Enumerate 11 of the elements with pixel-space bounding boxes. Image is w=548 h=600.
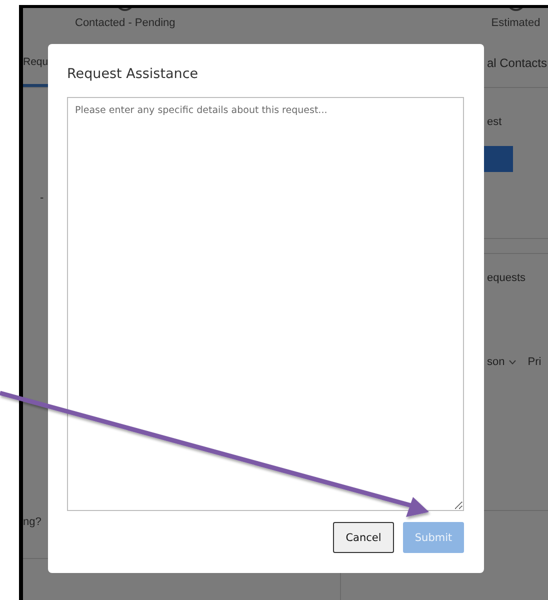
card-title: equests	[487, 272, 527, 284]
dash-text: -	[40, 192, 45, 204]
cancel-button[interactable]: Cancel	[333, 522, 394, 553]
dialog-title: Request Assistance	[67, 66, 200, 84]
details-field[interactable]: Please enter any specific details about this request...	[67, 97, 464, 511]
column-header[interactable]: Pri	[528, 356, 542, 368]
step-label: Contacted - Pending	[75, 17, 176, 29]
tab[interactable]: al Contacts	[486, 44, 548, 87]
card-title: est	[487, 116, 503, 128]
column-header[interactable]: son	[487, 356, 516, 368]
step-label: Estimated	[491, 17, 540, 29]
